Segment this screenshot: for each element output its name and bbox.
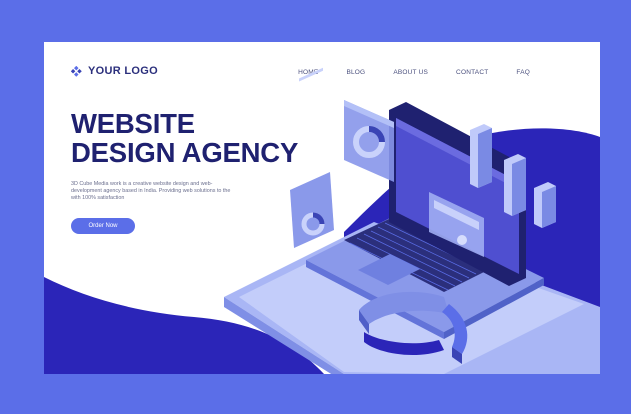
floating-chart-card <box>344 100 394 182</box>
floating-info-card <box>290 67 334 248</box>
isometric-laptop-illustration <box>224 67 600 374</box>
landing-page: YOUR LOGO HOME BLOG ABOUT US CONTACT FAQ… <box>44 42 600 374</box>
